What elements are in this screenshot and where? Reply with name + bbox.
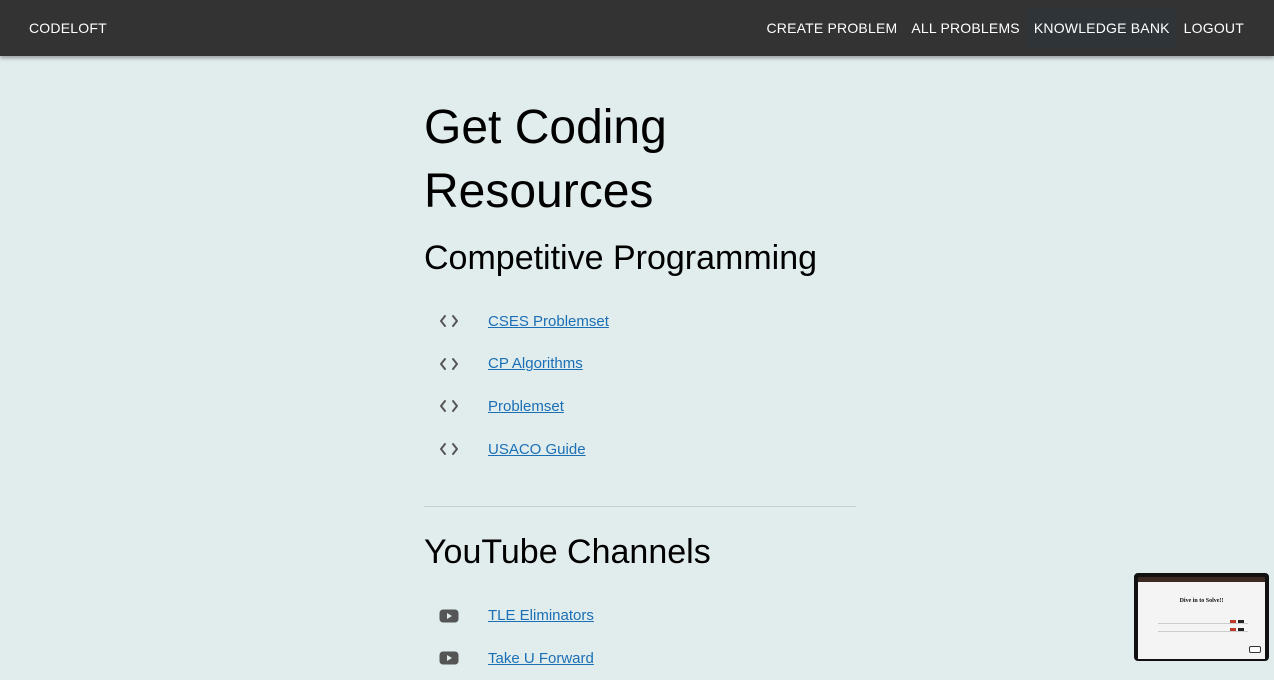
resource-link-cp-algorithms[interactable]: CP Algorithms: [488, 355, 583, 372]
list-item: Take U Forward: [424, 637, 856, 680]
page-title: Get Coding Resources: [424, 101, 667, 218]
resource-link-cses[interactable]: CSES Problemset: [488, 313, 609, 330]
nav-all-problems[interactable]: ALL PROBLEMS: [904, 8, 1026, 48]
section-title: Competitive Programming: [424, 239, 818, 277]
code-icon: [424, 357, 474, 371]
preview-red-button: [1230, 620, 1236, 623]
preview-dark-button: [1238, 628, 1244, 631]
top-navbar: CODELOFT CREATE PROBLEM ALL PROBLEMS KNO…: [0, 0, 1274, 56]
resource-link-usaco-guide[interactable]: USACO Guide: [488, 441, 586, 458]
preview-dark-button: [1238, 620, 1244, 623]
code-icon: [424, 314, 474, 328]
preview-row: [1158, 628, 1248, 632]
main-content: Get Coding Resources Competitive Program…: [424, 96, 856, 680]
resource-list: CSES Problemset CP Algorithms Problemset…: [424, 300, 856, 470]
list-item: CSES Problemset: [424, 300, 856, 343]
preview-navbar: [1138, 577, 1265, 582]
resource-link-tle-eliminators[interactable]: TLE Eliminators: [488, 607, 594, 624]
code-icon: [424, 442, 474, 456]
list-item: Problemset: [424, 385, 856, 428]
preview-red-button: [1230, 628, 1236, 631]
preview-toggle-icon: [1249, 646, 1261, 653]
nav-create-problem[interactable]: CREATE PROBLEM: [759, 8, 904, 48]
preview-screen: Dive in to Solve!!: [1138, 577, 1265, 659]
list-item: TLE Eliminators: [424, 594, 856, 637]
section-divider: [424, 506, 856, 508]
list-item: CP Algorithms: [424, 343, 856, 386]
code-icon: [424, 399, 474, 413]
youtube-icon: [424, 609, 474, 623]
preview-row: [1158, 620, 1248, 624]
preview-title: Dive in to Solve!!: [1179, 598, 1224, 604]
nav-links: CREATE PROBLEM ALL PROBLEMS KNOWLEDGE BA…: [759, 8, 1251, 48]
nav-knowledge-bank[interactable]: KNOWLEDGE BANK: [1026, 8, 1177, 48]
resource-link-problemset[interactable]: Problemset: [488, 398, 564, 415]
list-item: USACO Guide: [424, 428, 856, 471]
section-competitive-programming: Competitive Programming CSES Problemset …: [424, 238, 856, 470]
brand-link[interactable]: CODELOFT: [29, 20, 107, 36]
resource-list: TLE Eliminators Take U Forward: [424, 594, 856, 679]
resource-link-take-u-forward[interactable]: Take U Forward: [488, 650, 594, 667]
screen-preview-thumbnail[interactable]: Dive in to Solve!!: [1134, 573, 1269, 661]
youtube-icon: [424, 651, 474, 665]
section-title: YouTube Channels: [424, 533, 711, 572]
section-youtube-channels: YouTube Channels TLE Eliminators Take U …: [424, 532, 856, 679]
nav-logout[interactable]: LOGOUT: [1177, 8, 1251, 48]
